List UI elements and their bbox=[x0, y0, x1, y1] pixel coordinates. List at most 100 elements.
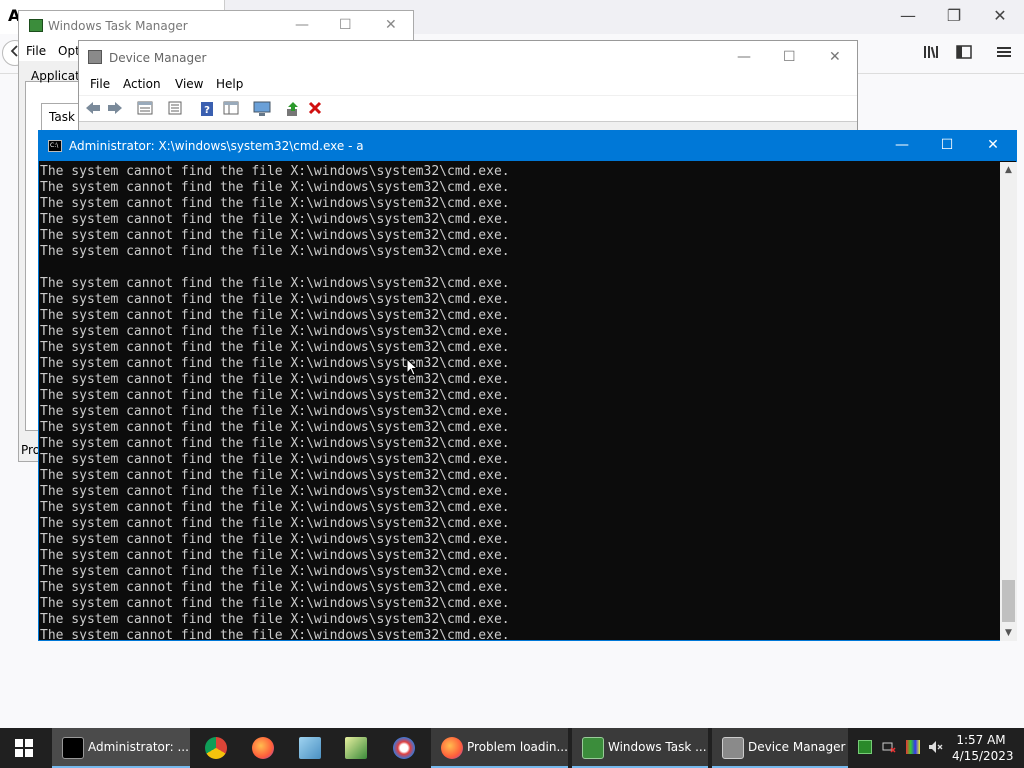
scroll-up-arrow-icon[interactable]: ▲ bbox=[1000, 162, 1017, 178]
clock-time: 1:57 AM bbox=[956, 733, 1006, 747]
console-line: The system cannot find the file X:\windo… bbox=[40, 324, 510, 339]
menu-bar: File Action View Help bbox=[79, 73, 857, 95]
scroll-down-arrow-icon[interactable]: ▼ bbox=[1000, 625, 1017, 641]
restore-button[interactable]: ❐ bbox=[944, 6, 964, 26]
console-line: The system cannot find the file X:\windo… bbox=[40, 228, 510, 243]
minimize-button[interactable]: — bbox=[737, 49, 751, 65]
console-line: The system cannot find the file X:\windo… bbox=[40, 244, 510, 259]
console-line: The system cannot find the file X:\windo… bbox=[40, 340, 510, 355]
scrollbar-thumb[interactable] bbox=[1002, 580, 1015, 622]
close-button[interactable]: ✕ bbox=[983, 137, 1003, 153]
vertical-scrollbar[interactable]: ▲ ▼ bbox=[1000, 162, 1017, 641]
sidebar-icon[interactable] bbox=[954, 44, 974, 64]
console-line: The system cannot find the file X:\windo… bbox=[40, 164, 510, 179]
menu-help[interactable]: Help bbox=[216, 77, 243, 91]
update-driver-icon[interactable] bbox=[285, 101, 301, 117]
clock-date: 4/15/2023 bbox=[952, 749, 1014, 763]
taskbar-app-task-manager[interactable]: Windows Task ... bbox=[572, 728, 708, 768]
maximize-button[interactable]: ☐ bbox=[339, 17, 352, 33]
console-line: The system cannot find the file X:\windo… bbox=[40, 484, 510, 499]
window-title: Device Manager bbox=[109, 51, 207, 65]
minimize-button[interactable]: — bbox=[295, 17, 309, 33]
menu-icon[interactable] bbox=[994, 44, 1014, 64]
close-button[interactable]: ✕ bbox=[990, 6, 1010, 26]
console-output[interactable]: The system cannot find the file X:\windo… bbox=[39, 162, 999, 640]
device-manager-icon bbox=[722, 737, 744, 759]
taskbar-app-label: Device Manager bbox=[748, 740, 846, 754]
console-line: The system cannot find the file X:\windo… bbox=[40, 580, 510, 595]
cmd-window[interactable]: C:\ Administrator: X:\windows\system32\c… bbox=[38, 130, 1017, 641]
menu-view[interactable]: View bbox=[175, 77, 203, 91]
menu-file[interactable]: File bbox=[26, 44, 46, 58]
taskbar-app-firefox[interactable]: Problem loadin... bbox=[431, 728, 568, 768]
notepad-icon[interactable] bbox=[299, 737, 321, 759]
task-column-header[interactable]: Task bbox=[41, 103, 81, 133]
console-line: The system cannot find the file X:\windo… bbox=[40, 372, 510, 387]
chrome-icon[interactable] bbox=[205, 737, 227, 759]
console-line: The system cannot find the file X:\windo… bbox=[40, 276, 510, 291]
console-line: The system cannot find the file X:\windo… bbox=[40, 564, 510, 579]
console-line: The system cannot find the file X:\windo… bbox=[40, 356, 510, 371]
system-clock[interactable]: 1:57 AM 4/15/2023 bbox=[952, 732, 1014, 764]
console-line: The system cannot find the file X:\windo… bbox=[40, 388, 510, 403]
cmd-icon: C:\ bbox=[48, 140, 62, 152]
taskbar-app-cmd[interactable]: Administrator: ... bbox=[52, 728, 190, 768]
console-line: The system cannot find the file X:\windo… bbox=[40, 500, 510, 515]
scan-icon[interactable] bbox=[253, 101, 271, 117]
close-button[interactable]: ✕ bbox=[385, 17, 397, 33]
forward-icon[interactable] bbox=[107, 101, 123, 117]
maximize-button[interactable]: ☐ bbox=[937, 137, 957, 153]
console-line: The system cannot find the file X:\windo… bbox=[40, 548, 510, 563]
cmd-titlebar[interactable]: C:\ Administrator: X:\windows\system32\c… bbox=[39, 131, 1016, 161]
minimize-button[interactable]: — bbox=[898, 6, 918, 26]
firefox-icon[interactable] bbox=[252, 737, 274, 759]
device-manager-titlebar[interactable]: Device Manager — ☐ ✕ bbox=[79, 41, 857, 73]
taskbar-app-label: Administrator: ... bbox=[88, 740, 189, 754]
close-button[interactable]: ✕ bbox=[829, 49, 841, 65]
registry-icon[interactable] bbox=[345, 737, 367, 759]
console-line: The system cannot find the file X:\windo… bbox=[40, 628, 510, 640]
taskbar-app-device-manager[interactable]: Device Manager bbox=[712, 728, 848, 768]
volume-muted-icon[interactable] bbox=[928, 740, 943, 754]
menu-action[interactable]: Action bbox=[123, 77, 161, 91]
console-line: The system cannot find the file X:\windo… bbox=[40, 196, 510, 211]
status-bar-processes: Pro bbox=[21, 443, 41, 457]
console-line: The system cannot find the file X:\windo… bbox=[40, 404, 510, 419]
minimize-button[interactable]: — bbox=[892, 137, 912, 153]
menu-file[interactable]: File bbox=[90, 77, 110, 91]
window-title: Administrator: X:\windows\system32\cmd.e… bbox=[69, 139, 364, 153]
window-title: Windows Task Manager bbox=[48, 19, 188, 33]
console-line: The system cannot find the file X:\windo… bbox=[40, 292, 510, 307]
taskbar-app-label: Windows Task ... bbox=[608, 740, 707, 754]
console-line: The system cannot find the file X:\windo… bbox=[40, 468, 510, 483]
firefox-icon bbox=[441, 737, 463, 759]
uninstall-icon[interactable] bbox=[307, 101, 323, 117]
help-icon[interactable]: ? bbox=[199, 101, 215, 117]
svg-text:?: ? bbox=[204, 105, 210, 116]
task-manager-titlebar[interactable]: Windows Task Manager — ☐ ✕ bbox=[19, 11, 413, 41]
view-icon[interactable] bbox=[223, 101, 239, 117]
start-button[interactable] bbox=[0, 728, 48, 768]
console-line: The system cannot find the file X:\windo… bbox=[40, 516, 510, 531]
back-icon[interactable] bbox=[85, 101, 101, 117]
network-icon[interactable] bbox=[882, 740, 896, 754]
list-icon[interactable] bbox=[167, 101, 183, 117]
display-icon[interactable] bbox=[906, 740, 920, 754]
taskbar-app-label: Problem loadin... bbox=[467, 740, 568, 754]
console-line: The system cannot find the file X:\windo… bbox=[40, 452, 510, 467]
cmd-icon bbox=[62, 737, 84, 759]
console-line: The system cannot find the file X:\windo… bbox=[40, 420, 510, 435]
paint-icon[interactable] bbox=[393, 737, 415, 759]
windows-logo-icon bbox=[15, 739, 33, 757]
console-line: The system cannot find the file X:\windo… bbox=[40, 596, 510, 611]
task-manager-icon bbox=[29, 19, 43, 32]
device-manager-icon bbox=[88, 50, 102, 64]
console-line: The system cannot find the file X:\windo… bbox=[40, 436, 510, 451]
taskbar: Administrator: ... Problem loadin... Win… bbox=[0, 728, 1024, 768]
task-manager-tray-icon[interactable] bbox=[858, 740, 872, 754]
console-line: The system cannot find the file X:\windo… bbox=[40, 308, 510, 323]
properties-icon[interactable] bbox=[137, 101, 153, 117]
library-icon[interactable] bbox=[922, 44, 942, 64]
maximize-button[interactable]: ☐ bbox=[783, 49, 796, 65]
